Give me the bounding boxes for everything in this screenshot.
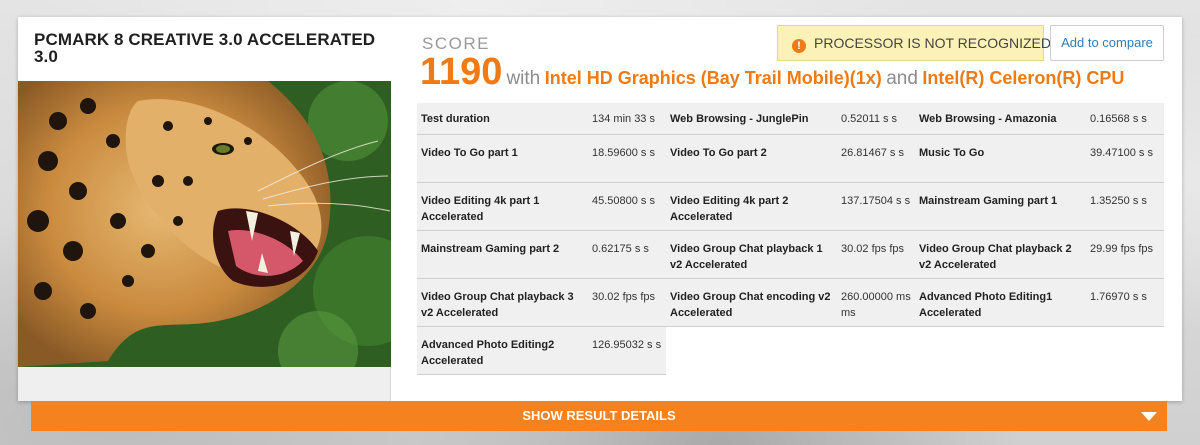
result-cell: Advanced Photo Editing1 Accelerated 1.769… (915, 279, 1164, 327)
result-cell: Test duration 134 min 33 s (417, 103, 666, 135)
result-name: Video Group Chat playback 1 v2 Accelerat… (670, 243, 823, 271)
results-grid: Test duration 134 min 33 s Web Browsing - … (417, 103, 1164, 375)
result-value: 1.76970 s s (1090, 291, 1147, 303)
add-to-compare-button[interactable]: Add to compare (1050, 25, 1164, 61)
result-cell: Mainstream Gaming part 1 1.35250 s s (915, 183, 1164, 231)
result-value: 0.52011 s s (841, 113, 898, 125)
result-cell: Advanced Photo Editing2 Accelerated 126.9… (417, 327, 666, 375)
show-result-details-label: SHOW RESULT DETAILS (522, 408, 676, 423)
result-cell: Web Browsing - Amazonia 0.16568 s s (915, 103, 1164, 135)
result-value: 260.00000 ms ms (841, 291, 911, 319)
result-name: Music To Go (919, 147, 985, 159)
result-value: 29.99 fps fps (1090, 243, 1153, 255)
result-value: 1.35250 s s (1090, 195, 1147, 207)
result-value: 45.50800 s s (592, 195, 655, 207)
result-name: Video Group Chat playback 3 v2 Accelerat… (421, 291, 574, 319)
leopard-photo (18, 81, 391, 367)
benchmark-header: PCMARK 8 CREATIVE 3.0 ACCELERATED 3.0 (18, 17, 391, 81)
and-text: and (886, 68, 918, 89)
result-value: 0.16568 s s (1090, 113, 1147, 125)
result-name: Advanced Photo Editing2 Accelerated (421, 339, 555, 367)
result-name: Web Browsing - JunglePin (670, 113, 809, 125)
result-cell: Web Browsing - JunglePin 0.52011 s s (666, 103, 915, 135)
result-name: Video To Go part 2 (670, 147, 767, 159)
result-name: Video Editing 4k part 2 Accelerated (670, 195, 789, 223)
result-name: Video Group Chat encoding v2 Accelerated (670, 291, 831, 319)
score-panel: SCORE 1190 with Intel HD Graphics (Bay Tr… (392, 17, 1182, 401)
gpu-link[interactable]: Intel HD Graphics (Bay Trail Mobile)(1x) (545, 68, 882, 88)
result-value: 30.02 fps fps (592, 291, 655, 303)
result-cell: Music To Go 39.47100 s s (915, 135, 1164, 183)
result-cell: Mainstream Gaming part 2 0.62175 s s (417, 231, 666, 279)
result-value: 39.47100 s s (1090, 147, 1153, 159)
result-cell: Video To Go part 2 26.81467 s s (666, 135, 915, 183)
result-name: Web Browsing - Amazonia (919, 113, 1057, 125)
result-value: 126.95032 s s (592, 339, 662, 351)
score-value: 1190 (420, 51, 503, 93)
result-cell: Video Editing 4k part 1 Accelerated 45.50… (417, 183, 666, 231)
result-name: Video Editing 4k part 1 Accelerated (421, 195, 540, 223)
warning-text: PROCESSOR IS NOT RECOGNIZED (814, 35, 1051, 51)
result-name: Mainstream Gaming part 1 (919, 195, 1058, 207)
cpu-link[interactable]: Intel(R) Celeron(R) CPU (922, 68, 1124, 88)
result-cell: Video Editing 4k part 2 Accelerated 137.1… (666, 183, 915, 231)
result-name: Video Group Chat playback 2 v2 Accelerat… (919, 243, 1072, 271)
result-name: Mainstream Gaming part 2 (421, 243, 560, 255)
result-name: Video To Go part 1 (421, 147, 518, 159)
processor-warning: ! PROCESSOR IS NOT RECOGNIZED (777, 25, 1051, 61)
result-card: PCMARK 8 CREATIVE 3.0 ACCELERATED 3.0 SC… (18, 17, 1182, 401)
result-value: 134 min 33 s (592, 113, 655, 125)
result-name: Advanced Photo Editing1 Accelerated (919, 291, 1053, 319)
result-value: 0.62175 s s (592, 243, 649, 255)
result-cell: Video To Go part 1 18.59600 s s (417, 135, 666, 183)
result-cell: Video Group Chat playback 1 v2 Accelerat… (666, 231, 915, 279)
benchmark-title: PCMARK 8 CREATIVE 3.0 ACCELERATED 3.0 (34, 30, 376, 66)
chevron-down-icon (1141, 412, 1157, 421)
with-text: with (506, 68, 541, 89)
result-value: 26.81467 s s (841, 147, 904, 159)
result-name: Test duration (421, 113, 490, 125)
result-cell: Video Group Chat encoding v2 Accelerated… (666, 279, 915, 327)
result-value: 30.02 fps fps (841, 243, 904, 255)
show-result-details-button[interactable]: SHOW RESULT DETAILS (31, 401, 1167, 431)
result-cell: Video Group Chat playback 2 v2 Accelerat… (915, 231, 1164, 279)
benchmark-panel: PCMARK 8 CREATIVE 3.0 ACCELERATED 3.0 (18, 17, 391, 401)
result-cell: Video Group Chat playback 3 v2 Accelerat… (417, 279, 666, 327)
result-value: 18.59600 s s (592, 147, 655, 159)
warning-icon: ! (792, 39, 806, 53)
result-value: 137.17504 s s (841, 195, 911, 207)
